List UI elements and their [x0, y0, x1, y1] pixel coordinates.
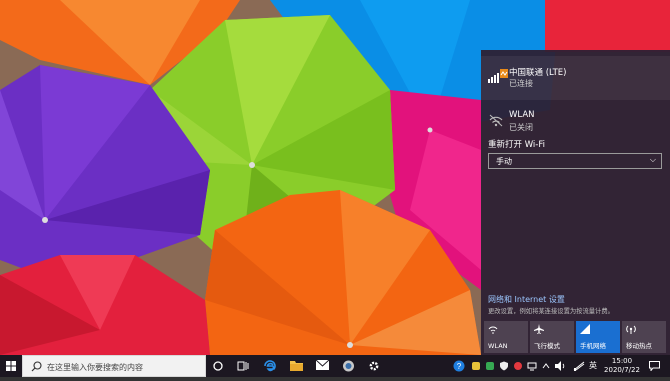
file-explorer-icon — [290, 361, 303, 371]
edge-icon — [264, 360, 276, 372]
wifi-off-icon — [488, 112, 508, 130]
volume-icon — [555, 361, 565, 371]
app-icon — [472, 362, 480, 370]
mail-icon — [316, 360, 329, 370]
network-icon — [573, 361, 585, 371]
help-icon: ? — [453, 360, 465, 372]
action-center-button[interactable] — [646, 355, 664, 377]
cortana-button[interactable] — [206, 355, 230, 377]
quick-action-cellular[interactable]: 手机网络 — [576, 321, 620, 353]
wifi-reopen-value: 手动 — [496, 157, 512, 166]
quick-action-label: 移动热点 — [626, 342, 652, 350]
tray-volume[interactable] — [554, 355, 566, 377]
cortana-icon — [213, 361, 223, 371]
quick-action-mobile-hotspot[interactable]: 移动热点 — [622, 321, 666, 353]
clock-time: 15:00 — [611, 357, 633, 365]
taskbar-app-other[interactable] — [336, 355, 360, 377]
app-icon — [514, 362, 522, 370]
tray-app-2[interactable] — [484, 355, 496, 377]
shield-icon — [500, 361, 508, 371]
quick-action-label: 手机网络 — [580, 342, 606, 350]
taskbar-app-settings[interactable] — [362, 355, 386, 377]
taskbar-search-box[interactable]: 在这里输入你要搜索的内容 — [22, 355, 206, 377]
tray-show-hidden[interactable] — [540, 355, 552, 377]
quick-action-wlan[interactable]: WLAN — [484, 321, 528, 353]
ime-indicator[interactable]: 英 — [589, 360, 597, 371]
task-view-button[interactable] — [231, 355, 255, 377]
wifi-reopen-label: 重新打开 Wi-Fi — [488, 140, 545, 150]
network-settings-link[interactable]: 网络和 Internet 设置 — [488, 294, 565, 305]
tray-app-4[interactable] — [512, 355, 524, 377]
quick-action-label: WLAN — [488, 342, 508, 350]
quick-action-airplane-mode[interactable]: 飞行模式 — [530, 321, 574, 353]
tray-app-5[interactable] — [526, 355, 538, 377]
tray-app-1[interactable] — [470, 355, 482, 377]
settings-icon — [369, 361, 379, 371]
cellular-signal-icon — [488, 68, 508, 86]
wlan-network-status: 已关闭 — [509, 123, 533, 132]
quick-action-label: 飞行模式 — [534, 342, 560, 350]
taskbar-app-mail[interactable] — [310, 355, 334, 377]
chevron-down-icon: ⌵ — [649, 155, 656, 164]
app-icon — [343, 360, 354, 372]
taskbar: 在这里输入你要搜索的内容 ? 英 15:00 2020/7/22 — [0, 355, 670, 377]
monitor-icon — [527, 362, 537, 371]
taskbar-app-file-explorer[interactable] — [284, 355, 308, 377]
windows-logo-icon — [6, 361, 16, 371]
taskbar-app-edge[interactable] — [258, 355, 282, 377]
taskbar-clock[interactable]: 15:00 2020/7/22 — [604, 357, 640, 375]
notification-icon — [649, 361, 660, 371]
hotspot-icon — [626, 324, 636, 334]
tray-network[interactable] — [572, 355, 586, 377]
chevron-up-icon — [542, 363, 550, 369]
search-icon — [31, 361, 42, 372]
task-view-icon — [237, 361, 249, 371]
wlan-network-name: WLAN — [509, 110, 535, 120]
tray-app-3[interactable] — [498, 355, 510, 377]
wifi-icon — [488, 324, 498, 334]
svg-text:?: ? — [457, 362, 462, 371]
app-icon — [486, 362, 494, 370]
network-flyout: 中国联通 (LTE) 已连接 WLAN 已关闭 重新打开 Wi-Fi 手动 ⌵ … — [481, 50, 670, 355]
start-button[interactable] — [0, 355, 22, 377]
cellular-network-status: 已连接 — [509, 79, 533, 88]
cellular-network-item[interactable]: 中国联通 (LTE) 已连接 — [481, 56, 670, 100]
search-placeholder: 在这里输入你要搜索的内容 — [47, 363, 143, 372]
tray-help-button[interactable]: ? — [452, 355, 466, 377]
wifi-reopen-dropdown[interactable]: 手动 ⌵ — [488, 153, 662, 169]
clock-date: 2020/7/22 — [604, 366, 640, 374]
cellular-signal-icon — [580, 324, 590, 334]
network-settings-description: 更改设置，例如将某连接设置为按流量计费。 — [488, 308, 614, 315]
airplane-icon — [534, 324, 544, 334]
cellular-network-name: 中国联通 (LTE) — [509, 68, 567, 78]
